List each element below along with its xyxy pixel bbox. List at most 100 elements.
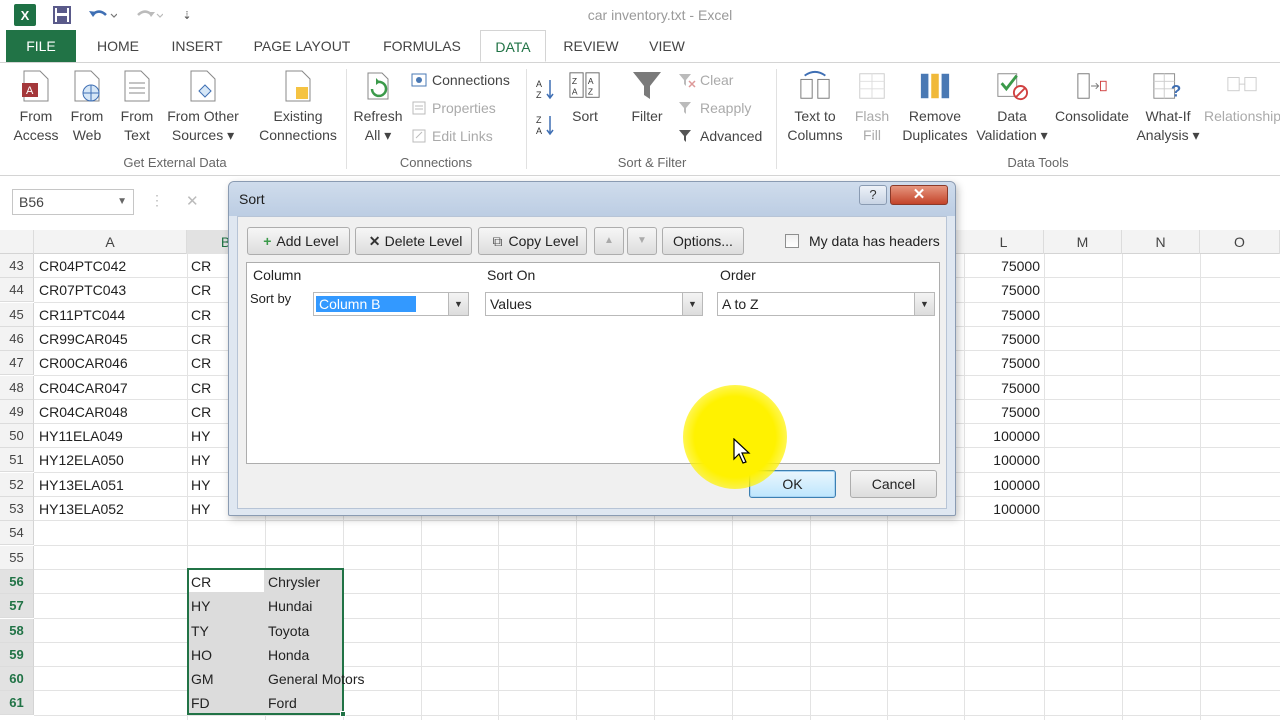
cell-a[interactable] bbox=[39, 546, 184, 570]
cell-l[interactable]: 75000 bbox=[964, 400, 1040, 424]
cell-b[interactable]: TY bbox=[191, 619, 263, 643]
cell-a[interactable] bbox=[39, 691, 184, 715]
cell-l[interactable]: 100000 bbox=[964, 448, 1040, 472]
cell-l[interactable]: 75000 bbox=[964, 351, 1040, 375]
cell-a[interactable]: HY13ELA052 bbox=[39, 497, 184, 521]
cell-a[interactable] bbox=[39, 594, 184, 618]
clear-filter-button[interactable]: Clear bbox=[678, 69, 733, 91]
tab-view[interactable]: VIEW bbox=[640, 30, 694, 62]
cell-a[interactable]: CR04PTC042 bbox=[39, 254, 184, 278]
column-header-a[interactable]: A bbox=[34, 230, 187, 254]
from-access-button[interactable]: A From Access bbox=[8, 67, 64, 145]
cell-l[interactable] bbox=[964, 570, 1040, 594]
tab-formulas[interactable]: FORMULAS bbox=[374, 30, 470, 62]
cell-l[interactable]: 75000 bbox=[964, 254, 1040, 278]
row-header[interactable]: 50 bbox=[0, 424, 34, 449]
cell-a[interactable]: CR11PTC044 bbox=[39, 303, 184, 327]
cancel-icon[interactable]: ✕ bbox=[186, 192, 199, 210]
close-icon[interactable]: ✕ bbox=[890, 185, 948, 205]
row-header[interactable]: 60 bbox=[0, 667, 34, 692]
row-header[interactable]: 52 bbox=[0, 472, 34, 497]
cell-l[interactable]: 100000 bbox=[964, 497, 1040, 521]
cell-c[interactable]: General Motors bbox=[268, 667, 468, 691]
cell-c[interactable]: Ford bbox=[268, 691, 468, 715]
chevron-down-icon[interactable]: ▼ bbox=[914, 293, 934, 315]
connections-button[interactable]: Connections bbox=[410, 69, 510, 91]
cell-l[interactable] bbox=[964, 521, 1040, 545]
cell-l[interactable]: 75000 bbox=[964, 303, 1040, 327]
tab-file[interactable]: FILE bbox=[6, 30, 76, 62]
cell-l[interactable]: 100000 bbox=[964, 424, 1040, 448]
sort-z-to-a-button[interactable]: ZA bbox=[536, 113, 556, 136]
delete-level-button[interactable]: ✕ Delete Level bbox=[355, 227, 472, 255]
chevron-down-icon[interactable]: ▼ bbox=[682, 293, 702, 315]
row-header[interactable]: 56 bbox=[0, 569, 34, 594]
text-to-columns-button[interactable]: Text to Columns bbox=[782, 67, 848, 145]
tab-page-layout[interactable]: PAGE LAYOUT bbox=[244, 30, 360, 62]
cell-b[interactable]: CR bbox=[191, 570, 263, 594]
cell-a[interactable]: CR00CAR046 bbox=[39, 351, 184, 375]
row-header[interactable]: 53 bbox=[0, 497, 34, 521]
sort-on-select[interactable]: Values ▼ bbox=[485, 292, 703, 316]
my-data-has-headers-label[interactable]: My data has headers bbox=[809, 233, 940, 249]
cell-l[interactable] bbox=[964, 619, 1040, 643]
cancel-button[interactable]: Cancel bbox=[850, 470, 937, 498]
from-web-button[interactable]: From Web bbox=[64, 67, 110, 145]
row-header[interactable]: 59 bbox=[0, 642, 34, 667]
cell-c[interactable]: Toyota bbox=[268, 619, 468, 643]
properties-button[interactable]: Properties bbox=[410, 97, 496, 119]
data-validation-button[interactable]: Data Validation ▾ bbox=[974, 67, 1050, 145]
cell-c[interactable]: Chrysler bbox=[268, 570, 468, 594]
remove-duplicates-button[interactable]: Remove Duplicates bbox=[898, 67, 972, 145]
cell-c[interactable]: Honda bbox=[268, 643, 468, 667]
advanced-filter-button[interactable]: Advanced bbox=[678, 125, 762, 147]
reapply-button[interactable]: Reapply bbox=[678, 97, 751, 119]
move-up-button[interactable]: ▲ bbox=[594, 227, 624, 255]
order-select[interactable]: A to Z ▼ bbox=[717, 292, 935, 316]
cell-b[interactable]: HO bbox=[191, 643, 263, 667]
row-header[interactable]: 61 bbox=[0, 691, 34, 716]
cell-a[interactable] bbox=[39, 667, 184, 691]
column-header-n[interactable]: N bbox=[1122, 230, 1200, 254]
sort-button[interactable]: ZAAZ Sort bbox=[564, 67, 606, 126]
cell-a[interactable]: CR07PTC043 bbox=[39, 278, 184, 302]
row-header[interactable]: 44 bbox=[0, 278, 34, 303]
tab-review[interactable]: REVIEW bbox=[556, 30, 626, 62]
tab-home[interactable]: HOME bbox=[86, 30, 150, 62]
row-header[interactable]: 47 bbox=[0, 351, 34, 376]
cell-a[interactable] bbox=[39, 619, 184, 643]
cell-b[interactable]: HY bbox=[191, 594, 263, 618]
row-header[interactable]: 43 bbox=[0, 254, 34, 278]
from-text-button[interactable]: From Text bbox=[114, 67, 160, 145]
cell-c[interactable]: Hundai bbox=[268, 594, 468, 618]
cell-l[interactable] bbox=[964, 667, 1040, 691]
consolidate-button[interactable]: Consolidate bbox=[1052, 67, 1132, 126]
options-button[interactable]: Options... bbox=[662, 227, 744, 255]
cell-a[interactable]: HY12ELA050 bbox=[39, 448, 184, 472]
cell-a[interactable]: CR04CAR048 bbox=[39, 400, 184, 424]
what-if-analysis-button[interactable]: ? What-If Analysis ▾ bbox=[1134, 67, 1202, 145]
row-header[interactable]: 58 bbox=[0, 618, 34, 643]
cell-b[interactable] bbox=[191, 521, 263, 545]
cell-l[interactable]: 75000 bbox=[964, 278, 1040, 302]
cell-l[interactable]: 75000 bbox=[964, 376, 1040, 400]
cell-b[interactable]: GM bbox=[191, 667, 263, 691]
copy-level-button[interactable]: ⧉ Copy Level bbox=[478, 227, 587, 255]
tab-data[interactable]: DATA bbox=[480, 30, 546, 62]
existing-connections-button[interactable]: Existing Connections bbox=[252, 67, 344, 145]
cell-a[interactable] bbox=[39, 521, 184, 545]
column-header-l[interactable]: L bbox=[964, 230, 1044, 254]
row-header[interactable]: 57 bbox=[0, 594, 34, 619]
row-header[interactable]: 51 bbox=[0, 448, 34, 473]
add-level-button[interactable]: + Add Level bbox=[247, 227, 350, 255]
column-header-o[interactable]: O bbox=[1200, 230, 1280, 254]
name-box[interactable]: B56 ▼ bbox=[12, 189, 134, 215]
relationships-button[interactable]: Relationships bbox=[1204, 67, 1280, 126]
dialog-title-bar[interactable]: Sort ? ✕ bbox=[229, 182, 955, 216]
cell-a[interactable] bbox=[39, 643, 184, 667]
from-other-sources-button[interactable]: From Other Sources ▾ bbox=[162, 67, 244, 145]
row-header[interactable]: 49 bbox=[0, 399, 34, 424]
move-down-button[interactable]: ▼ bbox=[627, 227, 657, 255]
tab-insert[interactable]: INSERT bbox=[162, 30, 232, 62]
filter-button[interactable]: Filter bbox=[624, 67, 670, 126]
